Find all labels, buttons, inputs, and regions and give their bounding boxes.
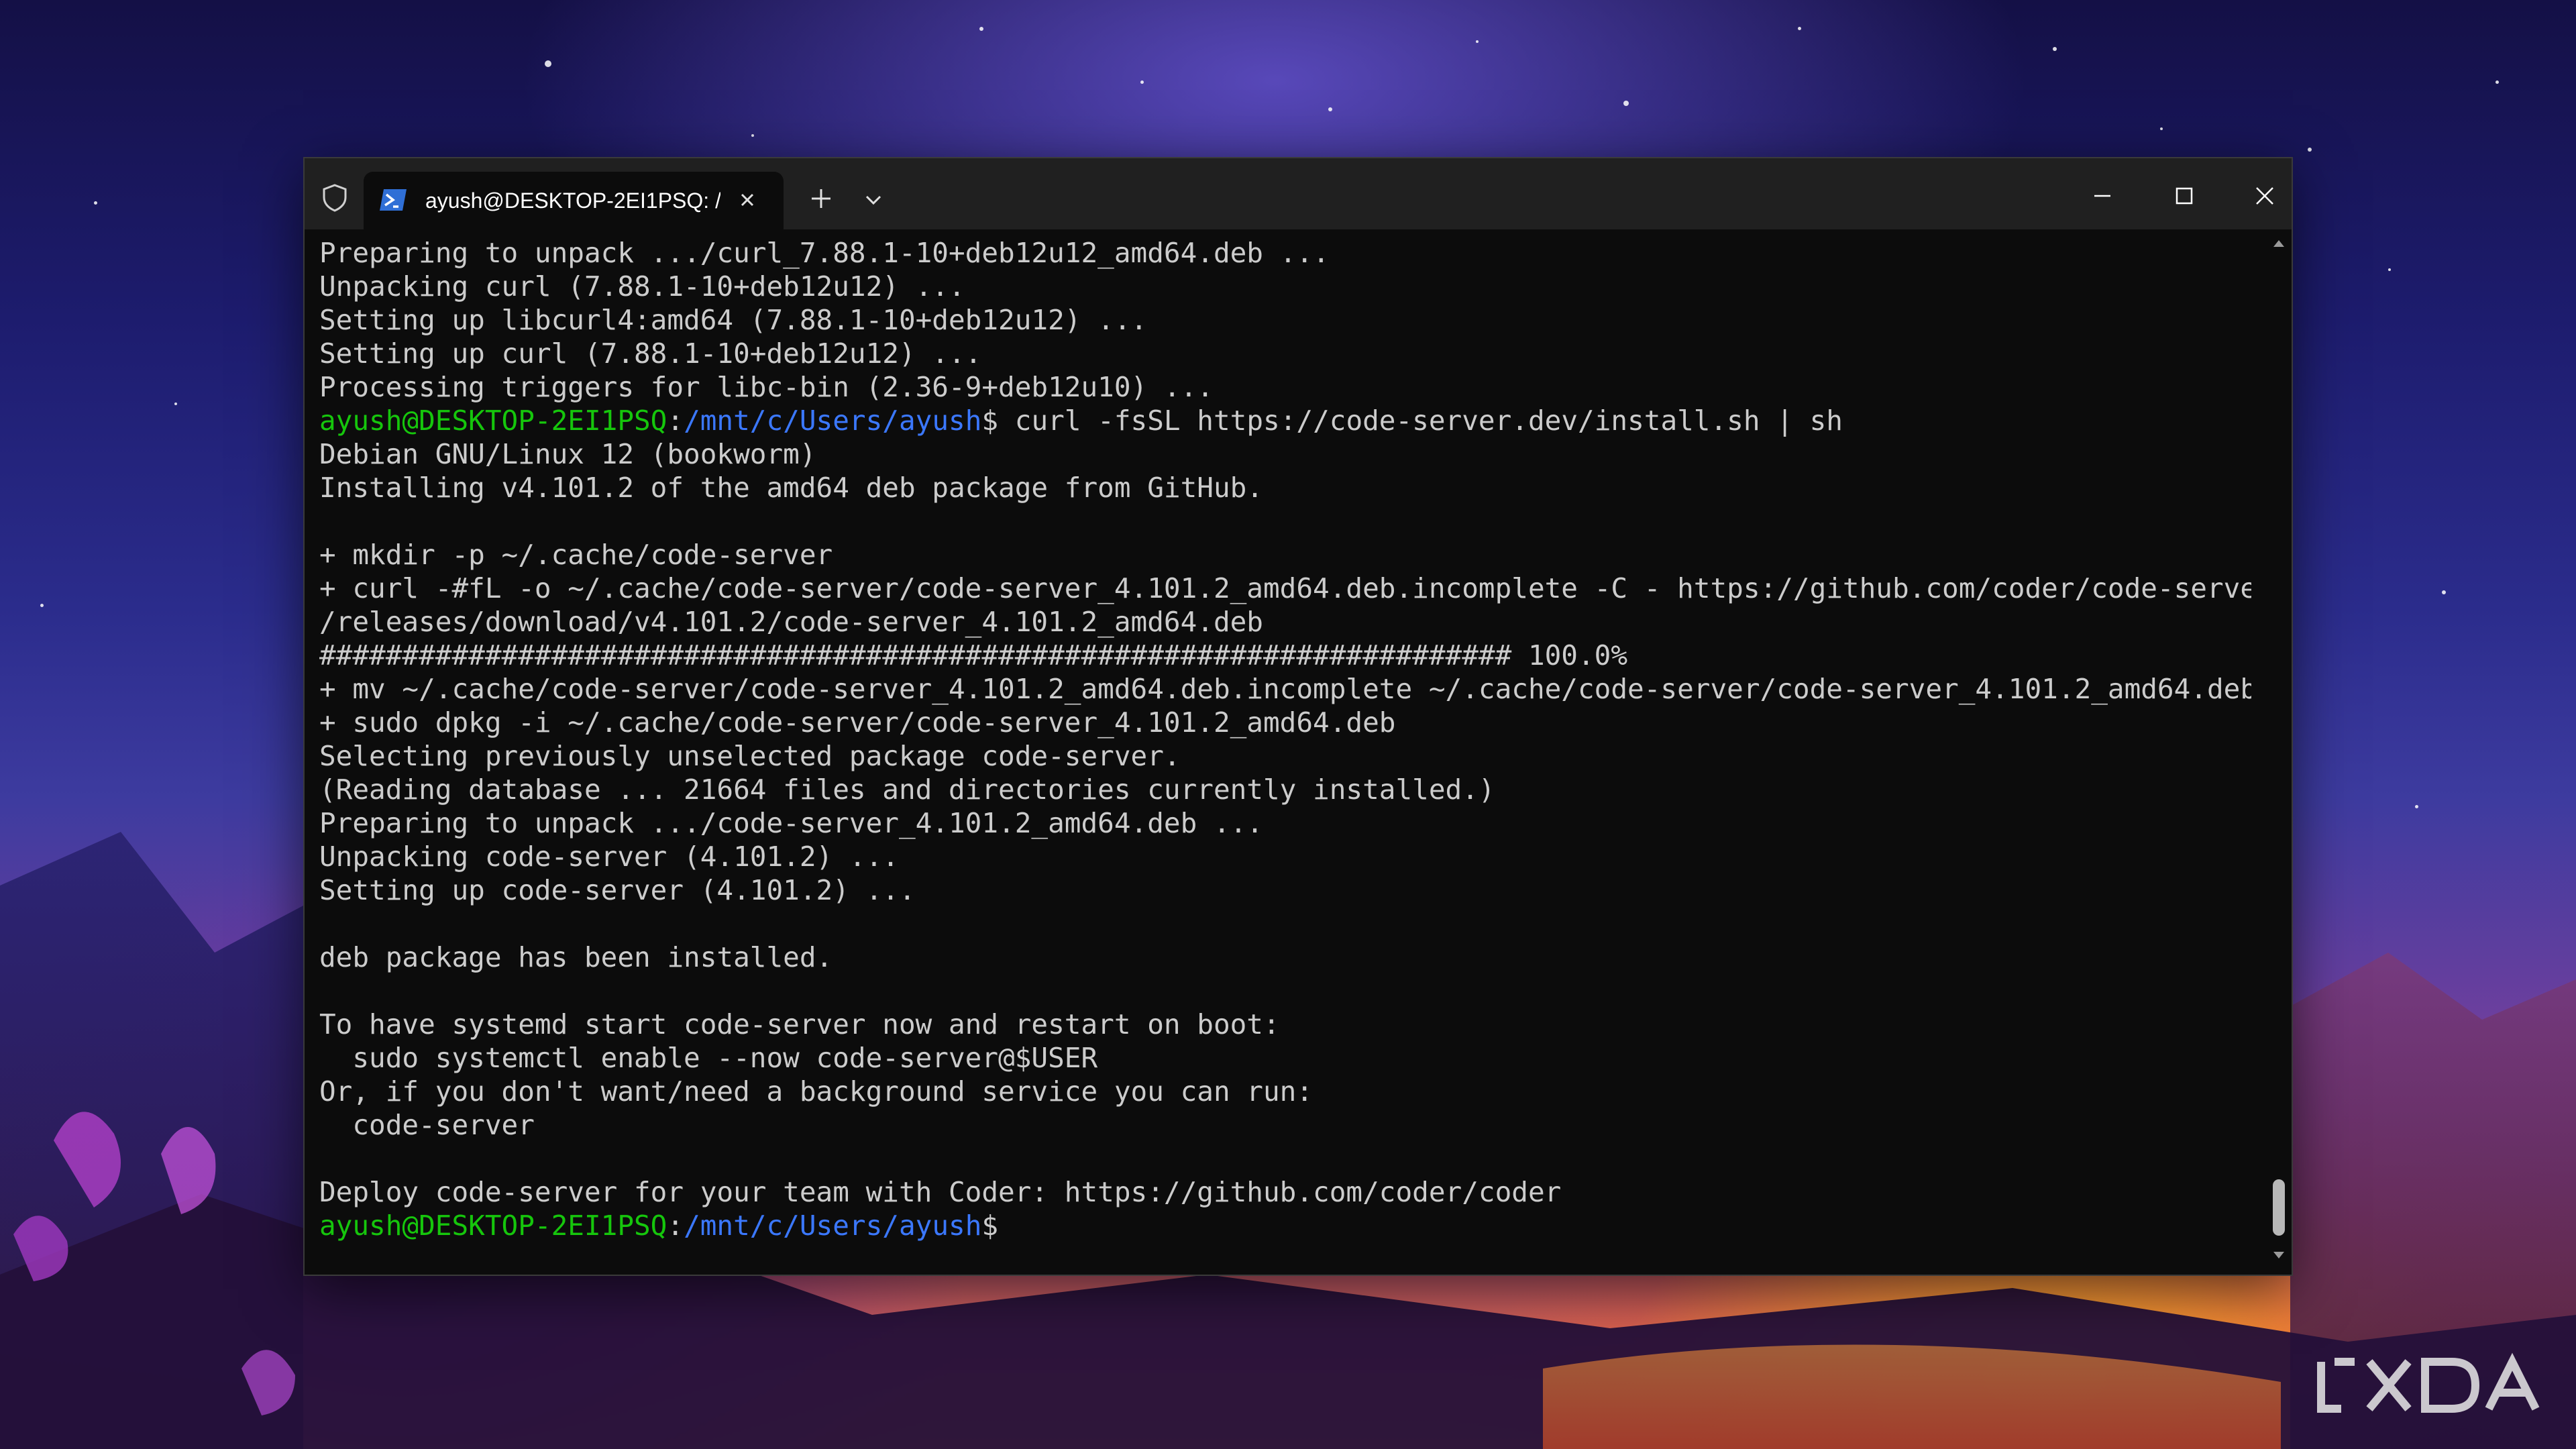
prompt-line[interactable]: ayush@DESKTOP-2EI1PSQ:/mnt/c/Users/ayush… bbox=[319, 1209, 2251, 1242]
output-line: Debian GNU/Linux 12 (bookworm) bbox=[319, 438, 816, 470]
output-line: Preparing to unpack .../curl_7.88.1-10+d… bbox=[319, 237, 1330, 269]
scrollbar-thumb[interactable] bbox=[2273, 1179, 2285, 1236]
output-line: (Reading database ... 21664 files and di… bbox=[319, 773, 1495, 806]
output-line: + sudo dpkg -i ~/.cache/code-server/code… bbox=[319, 706, 1396, 739]
xda-logo bbox=[2317, 1352, 2540, 1413]
output-line: Selecting previously unselected package … bbox=[319, 740, 1181, 772]
scroll-up-arrow-icon[interactable] bbox=[2271, 236, 2286, 251]
output-line: + curl -#fL -o ~/.cache/code-server/code… bbox=[319, 572, 2251, 604]
output-line: /releases/download/v4.101.2/code-server_… bbox=[319, 606, 1263, 638]
shield-icon[interactable] bbox=[319, 182, 350, 213]
command-line: ayush@DESKTOP-2EI1PSQ:/mnt/c/Users/ayush… bbox=[319, 404, 2251, 437]
minimize-button[interactable] bbox=[2069, 174, 2136, 217]
vertical-scrollbar[interactable] bbox=[2269, 236, 2289, 1263]
output-line: Unpacking curl (7.88.1-10+deb12u12) ... bbox=[319, 270, 965, 303]
minimize-icon bbox=[2094, 195, 2110, 197]
close-window-button[interactable] bbox=[2231, 174, 2298, 217]
prompt-user: ayush@DESKTOP-2EI1PSQ bbox=[319, 1210, 667, 1242]
new-tab-plus-icon[interactable] bbox=[808, 185, 835, 212]
prompt-path: /mnt/c/Users/ayush bbox=[684, 405, 982, 437]
output-line: Deploy code-server for your team with Co… bbox=[319, 1176, 1562, 1208]
prompt-user: ayush@DESKTOP-2EI1PSQ bbox=[319, 405, 667, 437]
prompt-dollar: $ bbox=[981, 1210, 999, 1242]
output-line: Setting up curl (7.88.1-10+deb12u12) ... bbox=[319, 337, 982, 370]
terminal-output[interactable]: Preparing to unpack .../curl_7.88.1-10+d… bbox=[319, 236, 2251, 1263]
tab-title: ayush@DESKTOP-2EI1PSQ: /mnt/c/Users/ayus… bbox=[425, 189, 720, 213]
maximize-button[interactable] bbox=[2151, 174, 2218, 217]
output-line: sudo systemctl enable --now code-server@… bbox=[319, 1042, 1098, 1074]
output-line: Unpacking code-server (4.101.2) ... bbox=[319, 841, 899, 873]
scroll-down-arrow-icon[interactable] bbox=[2271, 1248, 2286, 1263]
output-line: Processing triggers for libc-bin (2.36-9… bbox=[319, 371, 1214, 403]
close-tab-icon[interactable] bbox=[734, 186, 761, 213]
output-line: + mkdir -p ~/.cache/code-server bbox=[319, 539, 833, 571]
output-line: code-server bbox=[319, 1109, 535, 1141]
output-line: + mv ~/.cache/code-server/code-server_4.… bbox=[319, 673, 2251, 705]
output-line: Installing v4.101.2 of the amd64 deb pac… bbox=[319, 472, 1263, 504]
maximize-icon bbox=[2176, 187, 2193, 205]
terminal-window: ayush@DESKTOP-2EI1PSQ: /mnt/c/Users/ayus… bbox=[303, 157, 2293, 1276]
command-text: curl -fsSL https://code-server.dev/insta… bbox=[998, 405, 1843, 437]
prompt-colon: : bbox=[667, 405, 684, 437]
close-icon bbox=[2256, 187, 2273, 205]
prompt-path: /mnt/c/Users/ayush bbox=[684, 1210, 982, 1242]
prompt-colon: : bbox=[667, 1210, 684, 1242]
output-line: To have systemd start code-server now an… bbox=[319, 1008, 1280, 1040]
powershell-icon bbox=[380, 189, 407, 211]
tab-terminal[interactable]: ayush@DESKTOP-2EI1PSQ: /mnt/c/Users/ayus… bbox=[364, 172, 784, 229]
output-line: Setting up libcurl4:amd64 (7.88.1-10+deb… bbox=[319, 304, 1148, 336]
prompt-dollar: $ bbox=[981, 405, 999, 437]
output-line: Preparing to unpack .../code-server_4.10… bbox=[319, 807, 1263, 839]
chevron-down-icon[interactable] bbox=[861, 188, 885, 212]
output-line: Or, if you don't want/need a background … bbox=[319, 1075, 1313, 1108]
title-bar[interactable]: ayush@DESKTOP-2EI1PSQ: /mnt/c/Users/ayus… bbox=[305, 158, 2292, 229]
output-line: Setting up code-server (4.101.2) ... bbox=[319, 874, 916, 906]
output-line: deb package has been installed. bbox=[319, 941, 833, 973]
progress-line: ########################################… bbox=[319, 639, 1628, 672]
